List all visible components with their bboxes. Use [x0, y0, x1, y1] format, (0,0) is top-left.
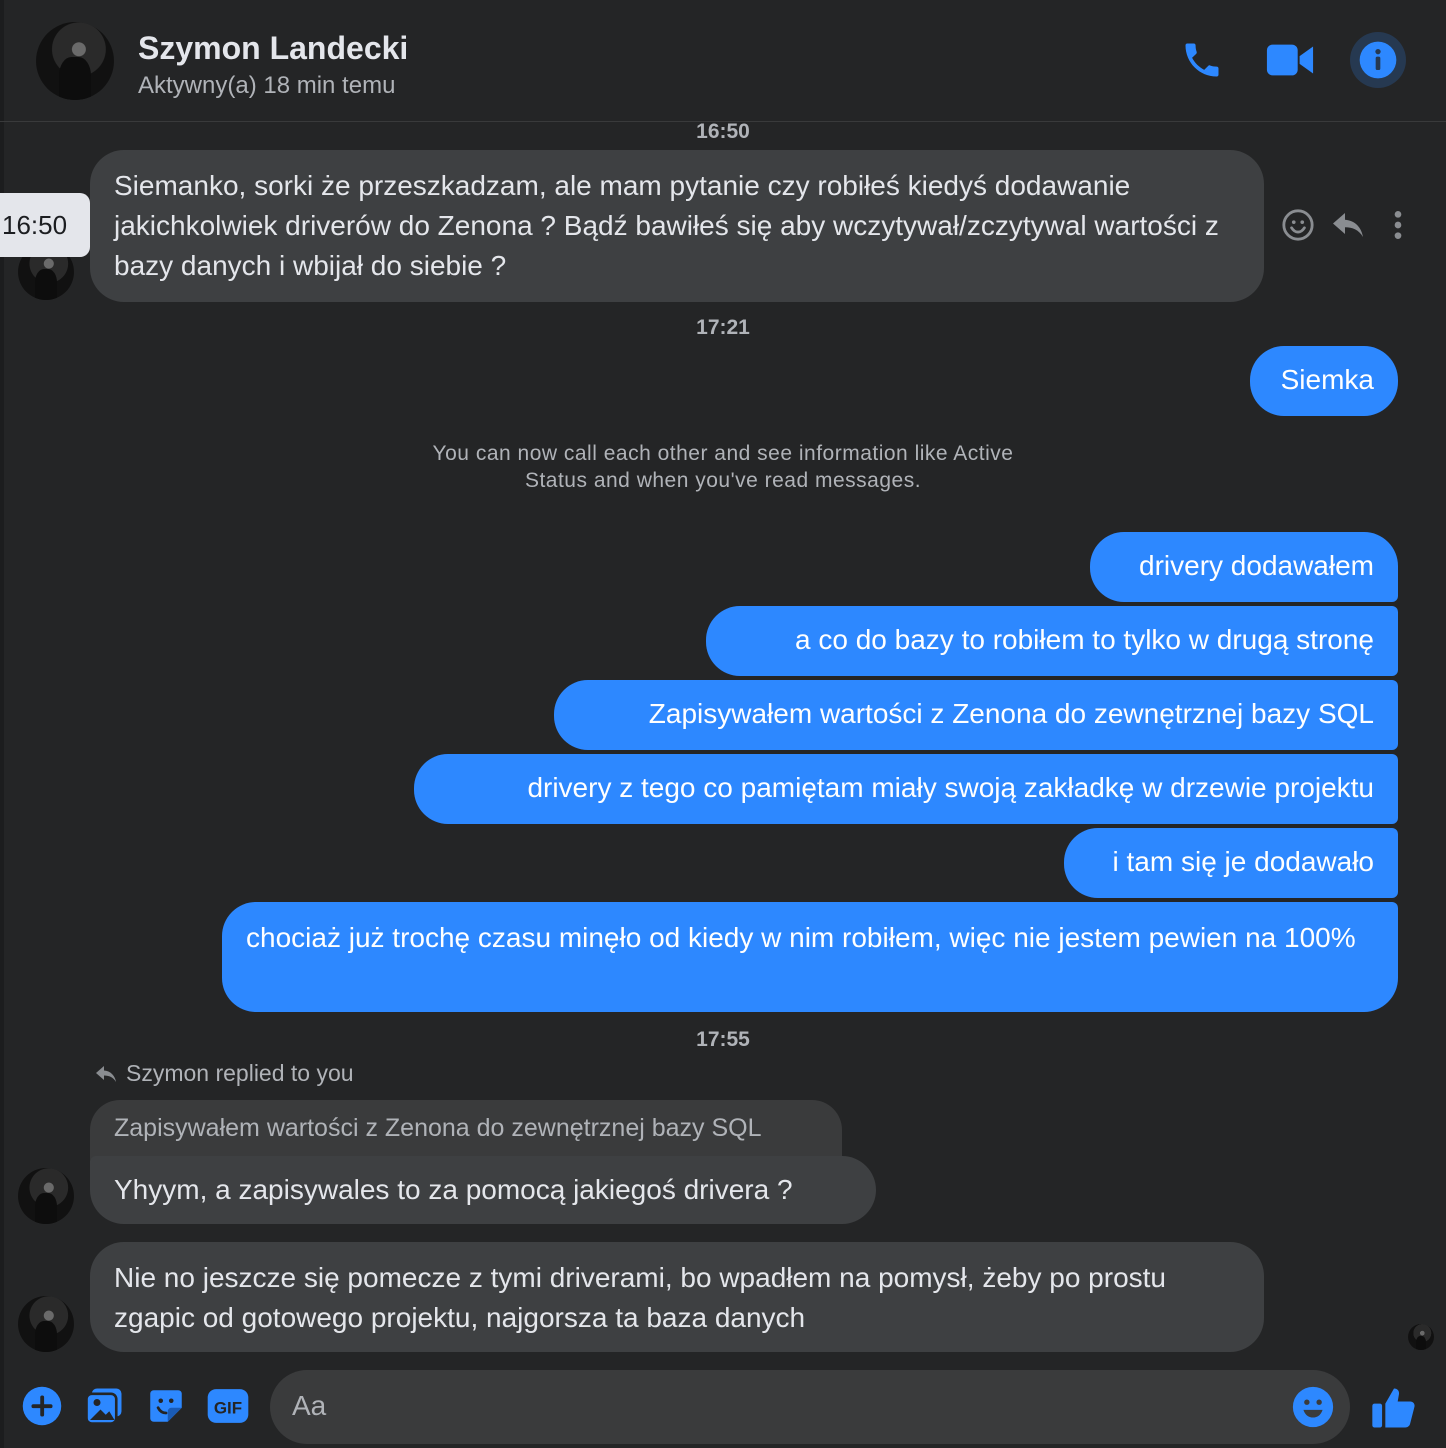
react-button[interactable]: [1280, 205, 1316, 245]
emoji-button[interactable]: [1290, 1384, 1336, 1430]
seen-receipt-avatar: [1408, 1324, 1434, 1350]
reply-arrow-icon: [96, 1065, 116, 1082]
gif-button[interactable]: GIF: [206, 1384, 250, 1428]
outgoing-message[interactable]: chociaż już trochę czasu minęło od kiedy…: [222, 902, 1398, 1012]
attach-photo-button[interactable]: [82, 1384, 126, 1428]
reply-button[interactable]: [1330, 205, 1366, 245]
sticker-icon: [150, 1390, 182, 1422]
message-time-tooltip: 16:50: [0, 193, 90, 257]
outgoing-message[interactable]: Zapisywałem wartości z Zenona do zewnętr…: [554, 680, 1398, 750]
audio-call-button[interactable]: [1174, 32, 1230, 88]
sticker-button[interactable]: [144, 1384, 188, 1428]
outgoing-message[interactable]: a co do bazy to robiłem to tylko w drugą…: [706, 606, 1398, 676]
image-icon: [85, 1388, 122, 1425]
send-like-button[interactable]: [1368, 1382, 1420, 1434]
reply-context-text: Szymon replied to you: [126, 1060, 354, 1086]
contact-status: Aktywny(a) 18 min temu: [138, 72, 396, 99]
conversation-header: Szymon Landecki Aktywny(a) 18 min temu: [0, 0, 1446, 122]
more-options-button[interactable]: [1380, 205, 1416, 245]
outgoing-message[interactable]: i tam się je dodawało: [1064, 828, 1398, 898]
timestamp-divider: 17:21: [696, 316, 750, 339]
svg-text:GIF: GIF: [214, 1399, 242, 1418]
contact-avatar[interactable]: [36, 22, 114, 100]
info-icon: [1359, 41, 1397, 79]
emoji-icon: [1292, 1386, 1334, 1428]
conversation-info-button[interactable]: [1350, 32, 1406, 88]
message-input-placeholder: Aa: [292, 1390, 327, 1421]
contact-name[interactable]: Szymon Landecki: [138, 30, 408, 67]
thumbs-up-icon: [1372, 1388, 1415, 1428]
sender-avatar[interactable]: [18, 1168, 74, 1224]
video-call-button[interactable]: [1262, 32, 1318, 88]
timestamp-divider: 17:55: [696, 1028, 750, 1051]
outgoing-message[interactable]: drivery dodawałem: [1090, 532, 1398, 602]
message-input[interactable]: Aa: [270, 1370, 1350, 1444]
smiley-icon: [1282, 209, 1314, 241]
phone-icon: [1185, 43, 1219, 77]
message-actions: [1280, 205, 1416, 245]
incoming-message[interactable]: Siemanko, sorki że przeszkadzam, ale mam…: [90, 150, 1264, 302]
incoming-message[interactable]: Yhyym, a zapisywales to za pomocą jakieg…: [90, 1156, 876, 1224]
vertical-ellipsis-icon: [1394, 211, 1402, 239]
outgoing-message[interactable]: drivery z tego co pamiętam miały swoją z…: [414, 754, 1398, 824]
video-camera-icon: [1266, 44, 1314, 76]
more-actions-button[interactable]: [20, 1384, 64, 1428]
gif-icon: GIF: [207, 1389, 249, 1423]
sender-avatar[interactable]: [18, 1296, 74, 1352]
outgoing-message[interactable]: Siemka: [1250, 346, 1398, 416]
plus-circle-icon: [22, 1386, 62, 1426]
incoming-message[interactable]: Nie no jeszcze się pomecze z tymi driver…: [90, 1242, 1264, 1352]
timestamp-divider: 16:50: [696, 120, 750, 143]
reply-arrow-icon: [1333, 213, 1363, 237]
reply-context-label: Szymon replied to you: [94, 1060, 354, 1087]
system-notice: You can now call each other and see info…: [432, 442, 1014, 492]
